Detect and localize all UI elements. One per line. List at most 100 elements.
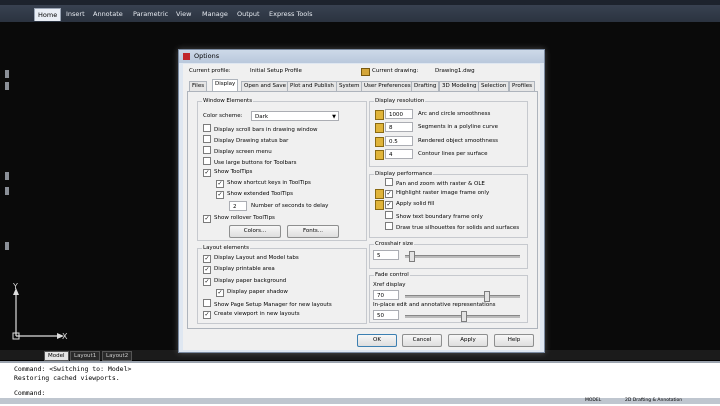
inplace-slider-thumb[interactable] — [460, 311, 467, 322]
xref-fade-slider[interactable] — [405, 295, 520, 298]
tab-layout1[interactable]: Layout1 — [70, 351, 101, 361]
checkbox-printable-area[interactable]: ✓ Display printable area — [203, 265, 275, 274]
toolbar-handle[interactable] — [5, 187, 9, 195]
contour-lines-input[interactable]: 4 — [385, 149, 413, 159]
checkbox-box[interactable] — [203, 157, 211, 165]
crosshair-slider-thumb[interactable] — [408, 251, 415, 262]
tab-open-and-save[interactable]: Open and Save — [241, 81, 290, 91]
checkbox-text-boundary-frame[interactable]: Show text boundary frame only — [385, 211, 483, 222]
checkmark-icon[interactable]: ✓ — [203, 278, 211, 286]
drawing-saved-setting-icon — [375, 200, 384, 210]
ok-button[interactable]: OK — [357, 334, 397, 347]
ribbon-tab-output[interactable]: Output — [234, 8, 263, 20]
tooltip-delay-input[interactable]: 2 — [229, 201, 247, 211]
dialog-body: Current profile: Initial Setup Profile C… — [183, 64, 540, 350]
tab-drafting[interactable]: Drafting — [411, 81, 440, 91]
toolbar-handle[interactable] — [5, 70, 9, 78]
fade-control-title: Fade control — [374, 272, 410, 278]
checkbox-layout-model-tabs[interactable]: ✓ Display Layout and Model tabs — [203, 254, 299, 263]
ribbon-tab-express-tools[interactable]: Express Tools — [266, 8, 315, 20]
ribbon-tab-annotate[interactable]: Annotate — [90, 8, 126, 20]
checkbox-paper-shadow[interactable]: ✓ Display paper shadow — [216, 288, 288, 297]
checkmark-icon[interactable]: ✓ — [203, 311, 211, 319]
inplace-fade-input[interactable]: 50 — [373, 310, 399, 320]
ribbon-tab-home[interactable]: Home — [34, 8, 62, 21]
rendered-smoothness-input[interactable]: 0.5 — [385, 136, 413, 146]
drawing-file-icon — [361, 68, 370, 76]
checkbox-true-silhouettes[interactable]: Draw true silhouettes for solids and sur… — [385, 222, 519, 233]
checkbox-apply-solid-fill[interactable]: ✓ Apply solid fill — [385, 200, 434, 209]
arc-smoothness-input[interactable]: 1000 — [385, 109, 413, 119]
checkmark-icon[interactable]: ✓ — [203, 169, 211, 177]
tab-plot-and-publish[interactable]: Plot and Publish — [287, 81, 337, 91]
workspace-switcher[interactable]: 2D Drafting & Annotation — [625, 398, 682, 403]
checkbox-box[interactable] — [203, 135, 211, 143]
dialog-titlebar[interactable]: Options — [179, 50, 544, 63]
checkmark-icon[interactable]: ✓ — [203, 266, 211, 274]
tab-selection[interactable]: Selection — [478, 81, 510, 91]
checkbox-box[interactable] — [385, 178, 393, 186]
checkbox-shortcut-keys[interactable]: ✓ Show shortcut keys in ToolTips — [216, 179, 311, 188]
toolbar-handle[interactable] — [5, 82, 9, 90]
checkbox-box[interactable] — [203, 146, 211, 154]
xref-slider-thumb[interactable] — [483, 291, 490, 302]
checkbox-label: Display Layout and Model tabs — [214, 255, 299, 261]
checkmark-icon[interactable]: ✓ — [203, 255, 211, 263]
ribbon: Home Insert Annotate Parametric View Man… — [0, 0, 720, 22]
checkbox-large-buttons[interactable]: Use large buttons for Toolbars — [203, 157, 296, 168]
checkbox-show-tooltips[interactable]: ✓ Show ToolTips — [203, 168, 252, 177]
checkbox-pan-zoom-raster[interactable]: Pan and zoom with raster & OLE — [385, 178, 485, 189]
checkbox-box[interactable] — [203, 299, 211, 307]
xref-fade-input[interactable]: 70 — [373, 290, 399, 300]
checkmark-icon[interactable]: ✓ — [216, 180, 224, 188]
checkbox-label: Show rollover ToolTips — [214, 215, 275, 221]
polyline-segments-input[interactable]: 8 — [385, 122, 413, 132]
tab-profiles[interactable]: Profiles — [509, 81, 535, 91]
tab-user-preferences[interactable]: User Preferences — [361, 81, 414, 91]
checkbox-box[interactable] — [385, 211, 393, 219]
checkmark-icon[interactable]: ✓ — [385, 201, 393, 209]
color-scheme-select[interactable]: Dark ▼ — [251, 111, 339, 121]
fonts-button[interactable]: Fonts... — [287, 225, 339, 238]
tooltip-delay-label: Number of seconds to delay — [251, 203, 329, 209]
tab-files[interactable]: Files — [189, 81, 208, 91]
tab-system[interactable]: System — [336, 81, 363, 91]
tab-model[interactable]: Model — [44, 351, 69, 361]
checkbox-rollover-tooltips[interactable]: ✓ Show rollover ToolTips — [203, 214, 275, 223]
checkbox-page-setup-manager[interactable]: Show Page Setup Manager for new layouts — [203, 299, 332, 310]
checkbox-extended-tooltips[interactable]: ✓ Show extended ToolTips — [216, 190, 293, 199]
apply-button[interactable]: Apply — [448, 334, 488, 347]
tab-layout2[interactable]: Layout2 — [102, 351, 133, 361]
ribbon-tab-view[interactable]: View — [173, 8, 194, 20]
checkbox-label: Show Page Setup Manager for new layouts — [214, 302, 332, 308]
checkmark-icon[interactable]: ✓ — [385, 190, 393, 198]
checkbox-screen-menu[interactable]: Display screen menu — [203, 146, 272, 157]
ribbon-tab-manage[interactable]: Manage — [199, 8, 231, 20]
cancel-button[interactable]: Cancel — [402, 334, 442, 347]
checkmark-icon[interactable]: ✓ — [216, 289, 224, 297]
toolbar-handle[interactable] — [5, 172, 9, 180]
tab-display[interactable]: Display — [212, 79, 239, 91]
checkbox-drawing-status-bar[interactable]: Display Drawing status bar — [203, 135, 288, 146]
checkbox-paper-background[interactable]: ✓ Display paper background — [203, 277, 286, 286]
checkbox-scroll-bars[interactable]: Display scroll bars in drawing window — [203, 124, 317, 135]
colors-button[interactable]: Colors... — [229, 225, 281, 238]
crosshair-size-slider[interactable] — [405, 255, 520, 258]
help-button[interactable]: Help — [494, 334, 534, 347]
command-prompt[interactable]: Command: — [14, 389, 45, 397]
quick-access-toolbar — [0, 0, 720, 5]
checkmark-icon[interactable]: ✓ — [203, 215, 211, 223]
checkbox-box[interactable] — [203, 124, 211, 132]
checkbox-box[interactable] — [385, 222, 393, 230]
checkbox-highlight-raster[interactable]: ✓ Highlight raster image frame only — [385, 189, 489, 198]
drawing-saved-setting-icon — [375, 189, 384, 199]
toolbar-handle[interactable] — [5, 242, 9, 250]
ribbon-tab-insert[interactable]: Insert — [63, 8, 88, 20]
tab-3d-modeling[interactable]: 3D Modeling — [439, 81, 480, 91]
checkmark-icon[interactable]: ✓ — [216, 191, 224, 199]
ribbon-tab-parametric[interactable]: Parametric — [130, 8, 171, 20]
checkbox-create-viewport[interactable]: ✓ Create viewport in new layouts — [203, 310, 300, 319]
crosshair-size-input[interactable]: 5 — [373, 250, 399, 260]
checkbox-label: Display screen menu — [214, 149, 272, 155]
model-space-indicator[interactable]: MODEL — [585, 398, 601, 403]
